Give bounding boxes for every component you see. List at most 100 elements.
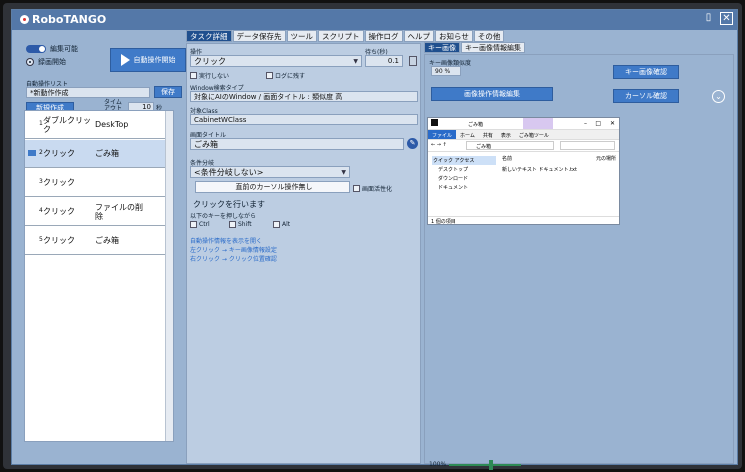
close-icon: ✕ <box>609 120 615 127</box>
list-item[interactable]: 3 クリック <box>25 169 166 197</box>
window-type-field[interactable]: 対象にAIのWindow / 画面タイトル : 類似度 高 <box>190 91 418 102</box>
right-click-link[interactable]: 右クリック → クリック位置確認 <box>190 254 277 263</box>
target-class-field[interactable]: CabinetWClass <box>190 114 418 125</box>
monitor-frame: RoboTANGO ▯ ✕ 編集可能 録画開始 自動操作開始 自動操作リスト *… <box>3 3 742 470</box>
list-item-action: クリック <box>43 236 75 245</box>
list-item[interactable]: 2 クリック ごみ箱 <box>25 140 166 168</box>
click-heading: クリックを行います <box>193 200 265 209</box>
preview-status-bar: 1 個の項目 <box>428 216 619 224</box>
ribbon-view: 表示 <box>500 133 511 139</box>
list-item-target: ごみ箱 <box>95 149 119 158</box>
record-radio[interactable]: 録画開始 <box>26 57 66 67</box>
image-tabs: キー画像 キー画像情報編集 <box>424 42 526 53</box>
checkbox-icon[interactable] <box>266 72 273 79</box>
auto-run-button[interactable]: 自動操作開始 <box>110 48 186 72</box>
record-label: 録画開始 <box>38 58 66 66</box>
ribbon-home: ホーム <box>460 133 475 139</box>
nav-arrows-icon: ← → ↑ <box>431 142 447 148</box>
tab-tools[interactable]: ツール <box>286 30 317 42</box>
left-panel: 編集可能 録画開始 自動操作開始 自動操作リスト *新動作作成 保存 新規作成 … <box>22 34 186 464</box>
trash-icon[interactable] <box>409 56 417 66</box>
tab-op-log[interactable]: 操作ログ <box>364 30 403 42</box>
shift-label: Shift <box>238 221 252 228</box>
activate-label: 画面活性化 <box>362 186 393 193</box>
info-link[interactable]: 自動操作情報を表示を開く <box>190 236 262 245</box>
action-list: 1 ダブルクリック DeskTop 2 クリック ごみ箱 3 クリック 4 クリック ファイルの削除… <box>24 110 174 442</box>
log-checkbox[interactable]: ログに残す <box>266 71 305 80</box>
radio-icon[interactable] <box>26 58 34 66</box>
tab-key-image[interactable]: キー画像 <box>424 42 460 53</box>
zoom-slider-knob[interactable] <box>488 460 493 470</box>
list-item[interactable]: 5 クリック ごみ箱 <box>25 227 166 255</box>
list-scrollbar[interactable] <box>165 111 173 441</box>
edit-toggle-label: 編集可能 <box>50 45 78 53</box>
key-image-body: キー画像類似度 90 % キー画像確認 画像操作情報編集 カーソル確認 ⌄ ごみ… <box>424 54 734 470</box>
manage-tab-highlight <box>523 118 553 129</box>
list-item[interactable]: 4 クリック ファイルの削除 <box>25 198 166 226</box>
list-item-target: ごみ箱 <box>95 236 119 245</box>
zoom-label: 100% <box>429 461 447 468</box>
alt-checkbox[interactable]: Alt <box>273 221 290 228</box>
key-image-preview[interactable]: ごみ箱 ✕ □ – ファイル ホーム 共有 表示 ごみ箱ツール ← → ↑ ごみ… <box>427 117 620 225</box>
pencil-icon[interactable]: ✎ <box>407 138 418 149</box>
tab-script[interactable]: スクリプト <box>318 30 364 42</box>
preview-address-bar: ← → ↑ ごみ箱 <box>428 140 619 152</box>
ratio-input[interactable]: 90 % <box>431 66 461 76</box>
chevron-down-icon[interactable]: ⌄ <box>712 90 725 103</box>
app-window: RoboTANGO ▯ ✕ 編集可能 録画開始 自動操作開始 自動操作リスト *… <box>11 9 738 470</box>
minimize-icon: – <box>584 120 587 127</box>
cond-select[interactable]: <条件分岐しない> ▼ <box>190 166 350 178</box>
screen-title-field[interactable]: ごみ箱 <box>190 138 404 150</box>
cursor-confirm-button[interactable]: カーソル確認 <box>613 89 679 103</box>
edit-toggle[interactable]: 編集可能 <box>26 44 78 54</box>
preview-title: ごみ箱 <box>468 122 484 128</box>
cursor-op-field[interactable]: 直前のカーソル操作無し <box>195 181 350 193</box>
left-click-link[interactable]: 左クリック → キー画像情報設定 <box>190 245 277 254</box>
main-tabs: タスク詳細 データ保存先 ツール スクリプト 操作ログ ヘルプ お知らせ その他 <box>186 30 505 42</box>
preview-ribbon: ファイル ホーム 共有 表示 ごみ箱ツール <box>428 130 619 140</box>
wait-input[interactable]: 0.1 <box>365 55 403 67</box>
tab-help[interactable]: ヘルプ <box>403 30 434 42</box>
cond-select-value: <条件分岐しない> <box>194 167 264 177</box>
op-select-value: クリック <box>194 56 226 66</box>
preview-nav-pane: クイック アクセス デスクトップ ダウンロード ドキュメント <box>428 153 496 218</box>
tab-data-save[interactable]: データ保存先 <box>232 30 286 42</box>
robot-logo-icon <box>20 15 29 24</box>
log-label: ログに残す <box>275 73 306 80</box>
checkbox-icon[interactable] <box>353 185 360 192</box>
checkbox-icon[interactable] <box>229 221 236 228</box>
preview-content: 名前 元の場所 新しいテキスト ドキュメント.txt <box>498 153 618 213</box>
app-title: RoboTANGO <box>32 13 107 26</box>
list-item-action: クリック <box>43 149 75 158</box>
shift-checkbox[interactable]: Shift <box>229 221 252 228</box>
tab-task-detail[interactable]: タスク詳細 <box>186 30 232 42</box>
list-item[interactable]: 1 ダブルクリック DeskTop <box>25 111 166 139</box>
folder-icon <box>431 119 438 126</box>
ctrl-checkbox[interactable]: Ctrl <box>190 221 210 228</box>
toggle-switch-icon[interactable] <box>26 45 46 53</box>
zoom-slider-track[interactable] <box>449 464 521 466</box>
image-op-edit-button[interactable]: 画像操作情報編集 <box>431 87 553 101</box>
tab-news[interactable]: お知らせ <box>435 30 473 42</box>
maximize-icon: □ <box>595 120 601 127</box>
chevron-down-icon: ▼ <box>341 169 346 176</box>
close-icon[interactable]: ✕ <box>720 12 733 25</box>
nav-documents: ドキュメント <box>438 185 469 191</box>
checkbox-icon[interactable] <box>190 221 197 228</box>
item-count: 1 個の項目 <box>431 219 456 225</box>
selected-marker-icon <box>28 150 36 156</box>
op-select[interactable]: クリック ▼ <box>190 55 362 67</box>
checkbox-icon[interactable] <box>273 221 280 228</box>
activate-checkbox[interactable]: 画面活性化 <box>353 184 392 193</box>
tab-key-image-edit[interactable]: キー画像情報編集 <box>461 42 525 53</box>
save-button[interactable]: 保存 <box>154 86 182 98</box>
col-name: 名前 <box>502 156 513 162</box>
list-item-action: クリック <box>43 207 75 216</box>
ctrl-label: Ctrl <box>199 221 210 228</box>
document-icon[interactable]: ▯ <box>702 12 715 25</box>
tab-other[interactable]: その他 <box>473 30 505 42</box>
no-exec-checkbox[interactable]: 実行しない <box>190 71 229 80</box>
key-image-confirm-button[interactable]: キー画像確認 <box>613 65 679 79</box>
list-name-field[interactable]: *新動作作成 <box>26 87 150 98</box>
checkbox-icon[interactable] <box>190 72 197 79</box>
